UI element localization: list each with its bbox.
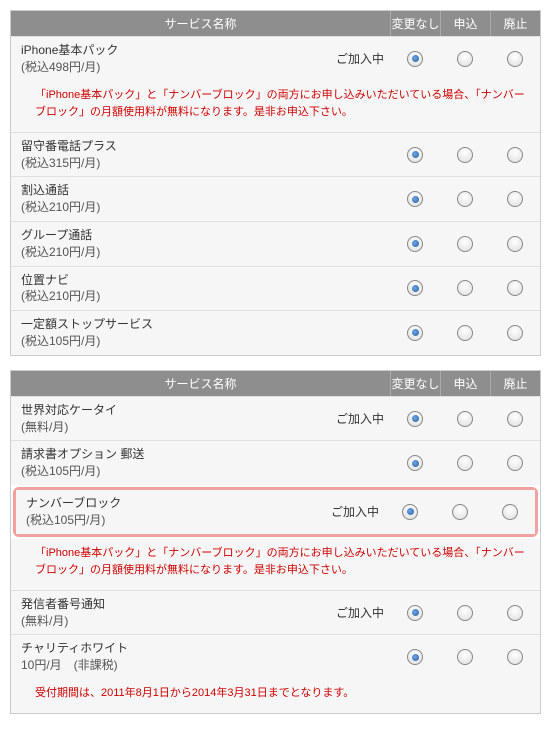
service-price: (税込210円/月) xyxy=(21,199,320,216)
radio-no-change[interactable] xyxy=(402,504,418,520)
radio-no-change[interactable] xyxy=(407,51,423,67)
header-cancel: 廃止 xyxy=(490,371,540,396)
service-price: (税込210円/月) xyxy=(21,244,320,261)
service-name-cell: 発信者番号通知(無料/月) xyxy=(11,591,330,635)
radio-cancel[interactable] xyxy=(507,605,523,621)
status-label: ご加入中 xyxy=(330,50,390,67)
radio-cancel[interactable] xyxy=(507,280,523,296)
radio-apply[interactable] xyxy=(457,191,473,207)
radio-no-change[interactable] xyxy=(407,325,423,341)
status-label: ご加入中 xyxy=(325,503,385,520)
service-row: 位置ナビ(税込210円/月) xyxy=(11,266,540,311)
header-no-change: 変更なし xyxy=(390,371,440,396)
radio-apply[interactable] xyxy=(452,504,468,520)
status-label: ご加入中 xyxy=(330,410,390,427)
section-2: サービス名称 変更なし 申込 廃止 世界対応ケータイ(無料/月)ご加入中請求書オ… xyxy=(10,370,541,714)
service-name: 留守番電話プラス xyxy=(21,138,320,155)
notice-text: 「iPhone基本パック」と「ナンバーブロック」の両方にお申し込みいただいている… xyxy=(11,539,540,590)
radio-cancel[interactable] xyxy=(507,325,523,341)
radio-no-change[interactable] xyxy=(407,455,423,471)
radio-apply[interactable] xyxy=(457,236,473,252)
service-name-cell: 世界対応ケータイ(無料/月) xyxy=(11,397,330,441)
service-name-cell: チャリティホワイト10円/月 (非課税) xyxy=(11,635,330,679)
radio-no-change[interactable] xyxy=(407,605,423,621)
service-price: (税込315円/月) xyxy=(21,155,320,172)
radio-apply[interactable] xyxy=(457,325,473,341)
service-row: ナンバーブロック(税込105円/月)ご加入中 xyxy=(16,490,535,534)
radio-apply[interactable] xyxy=(457,605,473,621)
radio-cancel[interactable] xyxy=(507,649,523,665)
radio-cancel[interactable] xyxy=(507,51,523,67)
radio-apply[interactable] xyxy=(457,411,473,427)
service-name: ナンバーブロック xyxy=(26,495,315,512)
notice-text: 受付期間は、2011年8月1日から2014年3月31日までとなります。 xyxy=(11,679,540,713)
service-price: (無料/月) xyxy=(21,419,320,436)
service-price: (税込105円/月) xyxy=(26,512,315,529)
service-name-cell: 一定額ストップサービス(税込105円/月) xyxy=(11,311,330,355)
service-name-cell: 留守番電話プラス(税込315円/月) xyxy=(11,133,330,177)
service-price: 10円/月 (非課税) xyxy=(21,657,320,674)
radio-cancel[interactable] xyxy=(507,236,523,252)
service-price: (無料/月) xyxy=(21,613,320,630)
service-row: iPhone基本パック(税込498円/月)ご加入中 xyxy=(11,36,540,81)
section-1: サービス名称 変更なし 申込 廃止 iPhone基本パック(税込498円/月)ご… xyxy=(10,10,541,356)
service-name: グループ通話 xyxy=(21,227,320,244)
table-header: サービス名称 変更なし 申込 廃止 xyxy=(11,371,540,396)
service-name-cell: 位置ナビ(税込210円/月) xyxy=(11,267,330,311)
notice-text: 「iPhone基本パック」と「ナンバーブロック」の両方にお申し込みいただいている… xyxy=(11,81,540,132)
service-name-cell: iPhone基本パック(税込498円/月) xyxy=(11,37,330,81)
radio-cancel[interactable] xyxy=(507,191,523,207)
radio-cancel[interactable] xyxy=(507,147,523,163)
service-price: (税込210円/月) xyxy=(21,288,320,305)
service-name: 世界対応ケータイ xyxy=(21,402,320,419)
radio-apply[interactable] xyxy=(457,51,473,67)
service-row: 割込通話(税込210円/月) xyxy=(11,176,540,221)
service-row: 発信者番号通知(無料/月)ご加入中 xyxy=(11,590,540,635)
radio-cancel[interactable] xyxy=(507,411,523,427)
header-apply: 申込 xyxy=(440,371,490,396)
service-name: 発信者番号通知 xyxy=(21,596,320,613)
header-no-change: 変更なし xyxy=(390,11,440,36)
radio-no-change[interactable] xyxy=(407,191,423,207)
service-row: 世界対応ケータイ(無料/月)ご加入中 xyxy=(11,396,540,441)
radio-cancel[interactable] xyxy=(507,455,523,471)
header-service-name: サービス名称 xyxy=(11,371,390,396)
radio-apply[interactable] xyxy=(457,280,473,296)
service-name-cell: ナンバーブロック(税込105円/月) xyxy=(16,490,325,534)
service-name-cell: 請求書オプション 郵送(税込105円/月) xyxy=(11,441,330,485)
radio-cancel[interactable] xyxy=(502,504,518,520)
service-row: グループ通話(税込210円/月) xyxy=(11,221,540,266)
radio-no-change[interactable] xyxy=(407,236,423,252)
service-name: 位置ナビ xyxy=(21,272,320,289)
radio-apply[interactable] xyxy=(457,147,473,163)
header-service-name: サービス名称 xyxy=(11,11,390,36)
service-name-cell: 割込通話(税込210円/月) xyxy=(11,177,330,221)
status-label: ご加入中 xyxy=(330,604,390,621)
service-name: チャリティホワイト xyxy=(21,640,320,657)
service-name: 割込通話 xyxy=(21,182,320,199)
service-price: (税込105円/月) xyxy=(21,333,320,350)
service-row: チャリティホワイト10円/月 (非課税) xyxy=(11,634,540,679)
service-name: iPhone基本パック xyxy=(21,42,320,59)
service-row: 一定額ストップサービス(税込105円/月) xyxy=(11,310,540,355)
radio-no-change[interactable] xyxy=(407,649,423,665)
service-name-cell: グループ通話(税込210円/月) xyxy=(11,222,330,266)
service-name: 一定額ストップサービス xyxy=(21,316,320,333)
radio-no-change[interactable] xyxy=(407,147,423,163)
service-name: 請求書オプション 郵送 xyxy=(21,446,320,463)
service-price: (税込498円/月) xyxy=(21,59,320,76)
service-price: (税込105円/月) xyxy=(21,463,320,480)
radio-no-change[interactable] xyxy=(407,411,423,427)
service-row: 留守番電話プラス(税込315円/月) xyxy=(11,132,540,177)
radio-apply[interactable] xyxy=(457,455,473,471)
header-cancel: 廃止 xyxy=(490,11,540,36)
service-row: 請求書オプション 郵送(税込105円/月) xyxy=(11,440,540,485)
radio-apply[interactable] xyxy=(457,649,473,665)
header-apply: 申込 xyxy=(440,11,490,36)
highlighted-row: ナンバーブロック(税込105円/月)ご加入中 xyxy=(13,487,538,537)
radio-no-change[interactable] xyxy=(407,280,423,296)
table-header: サービス名称 変更なし 申込 廃止 xyxy=(11,11,540,36)
